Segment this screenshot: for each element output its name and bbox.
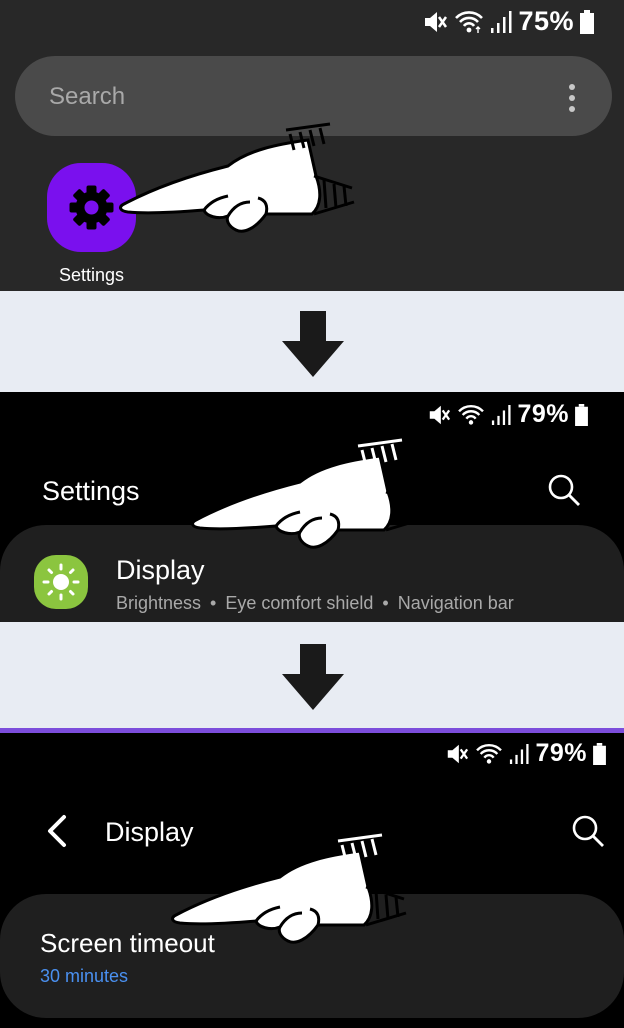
step2-settings-screen: 79% Settings Display Brightness • Eye co… — [0, 392, 624, 622]
status-bar: 79% — [445, 739, 606, 768]
search-icon[interactable] — [570, 813, 606, 849]
sun-icon — [42, 563, 80, 601]
pointing-hand-icon — [191, 438, 427, 549]
status-bar: 75% — [422, 6, 594, 37]
display-item-subtitle: Brightness • Eye comfort shield • Navigation… — [116, 593, 514, 614]
battery-icon — [593, 742, 606, 765]
step-divider — [0, 291, 624, 392]
display-item-label: Display — [116, 555, 205, 585]
down-arrow-icon — [282, 644, 344, 710]
step3-display-screen: 79% Display Screen timeout 30 minutes — [0, 733, 624, 1028]
search-icon[interactable] — [546, 472, 582, 508]
battery-icon — [575, 403, 588, 426]
battery-percentage: 79% — [535, 739, 587, 767]
battery-percentage: 79% — [517, 400, 569, 428]
back-arrow-icon[interactable] — [44, 813, 72, 849]
signal-icon — [492, 404, 511, 425]
wifi-icon — [476, 743, 503, 764]
subtitle-navigation-bar: Navigation bar — [397, 593, 514, 613]
signal-icon — [510, 743, 529, 764]
search-placeholder: Search — [49, 83, 126, 110]
step1-home-screen: 75% Search Settings — [0, 0, 624, 291]
display-icon-tile — [34, 555, 88, 609]
wifi-icon — [455, 10, 484, 33]
wifi-icon — [458, 404, 485, 425]
status-bar: 79% — [427, 400, 588, 429]
mute-icon — [425, 11, 448, 32]
page-title: Settings — [42, 476, 140, 506]
pointing-hand-icon — [119, 122, 355, 233]
more-options-icon[interactable] — [568, 83, 576, 113]
mute-icon — [430, 405, 451, 424]
mute-icon — [448, 744, 469, 763]
subtitle-eye-comfort: Eye comfort shield — [225, 593, 374, 613]
down-arrow-icon — [282, 311, 344, 377]
step-divider — [0, 622, 624, 728]
signal-icon — [491, 10, 512, 33]
screen-timeout-value: 30 minutes — [40, 966, 129, 986]
battery-icon — [580, 9, 594, 34]
battery-percentage: 75% — [518, 6, 574, 36]
settings-app-label: Settings — [59, 265, 125, 285]
subtitle-brightness: Brightness — [116, 593, 202, 613]
pointing-hand-icon — [171, 833, 407, 944]
subtitle-separator: • — [210, 593, 217, 613]
subtitle-separator: • — [382, 593, 389, 613]
